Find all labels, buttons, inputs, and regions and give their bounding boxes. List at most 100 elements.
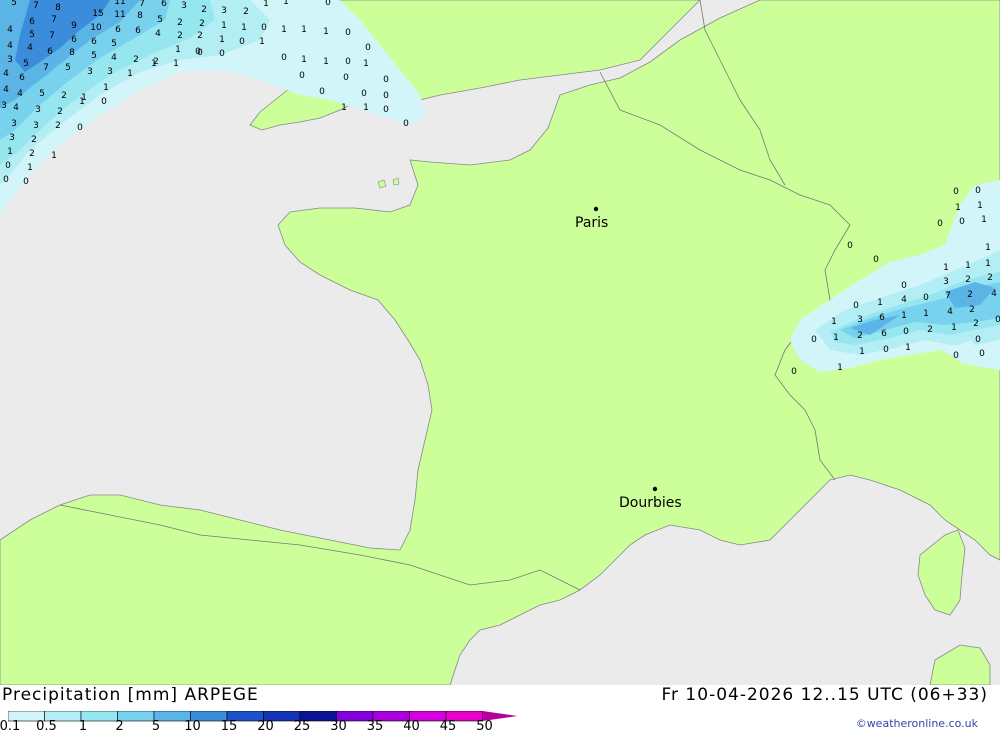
legend-label: 20	[257, 719, 274, 734]
precip-value: 1	[363, 103, 369, 113]
precip-value: 0	[365, 43, 371, 53]
precip-value: 2	[857, 331, 863, 341]
precip-value: 1	[127, 69, 133, 79]
precip-value: 1	[955, 203, 961, 213]
precip-value: 1	[901, 311, 907, 321]
precip-value: 5	[23, 59, 29, 69]
legend-label: 10	[184, 719, 201, 734]
precip-value: 2	[969, 305, 975, 315]
precip-value: 1	[985, 259, 991, 269]
precip-value: 3	[107, 67, 113, 77]
precip-value: 7	[33, 1, 39, 11]
city-label-paris: Paris	[575, 215, 608, 231]
city-marker	[593, 206, 599, 212]
precip-value: 6	[47, 47, 53, 57]
precip-value: 4	[13, 103, 19, 113]
precip-value: 1	[263, 0, 269, 9]
precip-value: 0	[219, 49, 225, 59]
precip-value: 5	[11, 0, 17, 8]
precip-value: 6	[91, 37, 97, 47]
forecast-time: Fr 10-04-2026 12..15 UTC (06+33)	[661, 685, 988, 705]
precip-value: 1	[341, 103, 347, 113]
precip-value: 5	[29, 30, 35, 40]
precip-value: 0	[791, 367, 797, 377]
precip-legend: 0.1 0.5 1 2 5 10 15 20 25 30 35 40 45 50	[0, 708, 520, 734]
legend-label: 15	[220, 719, 238, 734]
legend-label: 35	[366, 719, 384, 734]
precip-value: 0	[403, 119, 409, 129]
precip-value: 6	[161, 0, 167, 9]
precip-value: 7	[49, 31, 55, 41]
precip-value: 0	[975, 335, 981, 345]
precip-value: 0	[853, 301, 859, 311]
precip-value: 2	[201, 5, 207, 15]
precip-value: 2	[31, 135, 37, 145]
copyright-link[interactable]: ©weatheronline.co.uk	[856, 717, 978, 730]
precip-value: 1	[175, 45, 181, 55]
precip-value: 3	[11, 119, 17, 129]
precip-value: 0	[953, 351, 959, 361]
precip-value: 0	[975, 186, 981, 196]
precip-value: 6	[19, 73, 25, 83]
precip-value: 0	[361, 89, 367, 99]
precip-value: 0	[383, 75, 389, 85]
precip-value: 4	[155, 29, 161, 39]
precip-value: 1	[151, 59, 157, 69]
precip-value: 0	[77, 123, 83, 133]
precip-value: 1	[241, 23, 247, 33]
precip-value: 0	[883, 345, 889, 355]
precip-value: 1	[173, 59, 179, 69]
precip-value: 3	[9, 133, 15, 143]
precip-value: 10	[90, 23, 102, 33]
precip-value: 2	[243, 7, 249, 17]
precip-value: 0	[345, 57, 351, 67]
legend-label: 2	[115, 719, 124, 734]
precip-value: 5	[39, 89, 45, 99]
precip-value: 3	[857, 315, 863, 325]
precip-value: 1	[977, 201, 983, 211]
legend-label: 0.5	[36, 719, 57, 734]
precip-value: 1	[859, 347, 865, 357]
precip-value: 6	[135, 26, 141, 36]
precip-value: 5	[157, 15, 163, 25]
precip-value: 2	[61, 91, 67, 101]
map-footer: Precipitation [mm] ARPEGE Fr 10-04-2026 …	[0, 685, 1000, 734]
precip-value: 8	[69, 48, 75, 58]
precip-value: 2	[965, 275, 971, 285]
precip-value: 1	[281, 25, 287, 35]
precip-value: 0	[383, 105, 389, 115]
precip-value: 0	[901, 281, 907, 291]
precip-value: 1	[951, 323, 957, 333]
legend-label: 1	[78, 719, 88, 734]
precip-value: 1	[905, 343, 911, 353]
city-label-dourbies: Dourbies	[619, 495, 682, 511]
precip-value: 0	[811, 335, 817, 345]
precip-value: 0	[345, 28, 351, 38]
precip-value: 1	[965, 261, 971, 271]
precip-value: 6	[71, 35, 77, 45]
precip-value: 0	[923, 293, 929, 303]
precip-value: 0	[383, 91, 389, 101]
precip-value: 1	[51, 151, 57, 161]
precip-value: 0	[937, 219, 943, 229]
precip-value: 1	[985, 243, 991, 253]
precip-value: 4	[17, 89, 23, 99]
precip-value: 3	[35, 105, 41, 115]
precip-value: 7	[51, 15, 57, 25]
legend-label: 5	[151, 719, 161, 734]
precip-value: 1	[7, 147, 13, 157]
legend-label: 50	[476, 719, 493, 734]
precipitation-map: 5 7 8 1 1 7 6 3 2 3 2 1 1 0 4 6 7 1 5 1 1 8…	[0, 0, 1000, 685]
precip-value: 8	[55, 3, 61, 13]
precip-value: 8	[137, 11, 143, 21]
precip-value: 1	[833, 333, 839, 343]
precip-value: 0	[319, 87, 325, 97]
precip-value: 0	[959, 217, 965, 227]
precip-value: 5	[91, 51, 97, 61]
precip-value: 3	[181, 1, 187, 11]
precip-value: 2	[973, 319, 979, 329]
precip-value: 1	[219, 35, 225, 45]
precip-value: 4	[111, 53, 117, 63]
precip-value: 7	[139, 0, 145, 9]
precip-value: 0	[847, 241, 853, 251]
